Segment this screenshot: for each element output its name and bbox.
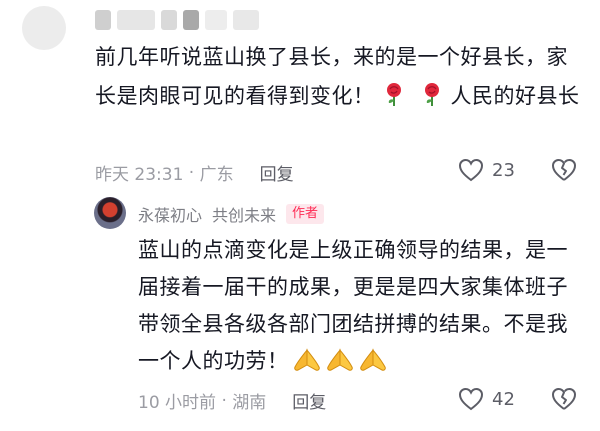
reply-like-button[interactable]: 42	[458, 387, 515, 411]
reply-text: 蓝山的点滴变化是上级正确领导的结果，是一届接着一届干的成果，更是是四大家集体班子…	[138, 232, 583, 380]
comment-time: 昨天 23:31	[95, 165, 184, 185]
meta-separator: ·	[183, 162, 200, 183]
meta-separator: ·	[216, 390, 233, 411]
commenter-name-blurred[interactable]	[95, 9, 259, 31]
comment-meta: 昨天 23:31 · 广东 回复	[95, 160, 294, 186]
reply-dislike-button[interactable]	[551, 387, 577, 415]
comment-location: 广东	[199, 165, 234, 185]
reply-header: 永葆初心 共创未来 作者	[138, 202, 325, 226]
comment-text: 前几年听说蓝山换了县长，来的是一个好县长，家长是肉眼可见的看得到变化！ 人民的好…	[95, 38, 585, 116]
comment-dislike-button[interactable]	[551, 158, 577, 186]
comment-reply-button[interactable]: 回复	[260, 160, 294, 185]
comment-like-count: 23	[492, 159, 515, 181]
comment-like-button[interactable]: 23	[458, 158, 515, 182]
author-tagline: 共创未来	[212, 206, 277, 225]
folded-hands-emoji-icon	[293, 348, 320, 371]
folded-hands-emoji-icon	[359, 348, 386, 371]
reply-time: 10 小时前	[138, 393, 217, 413]
author-username[interactable]: 永葆初心	[138, 202, 202, 226]
commenter-avatar[interactable]	[22, 6, 66, 50]
comment-text-tail: 人民的好县长	[450, 84, 580, 108]
reply-reply-button[interactable]: 回复	[292, 388, 326, 413]
reply-meta: 10 小时前 · 湖南 回复	[138, 388, 326, 414]
broken-heart-icon	[552, 387, 577, 410]
rose-emoji-icon	[424, 83, 439, 106]
author-badge: 作者	[286, 204, 325, 224]
heart-icon	[458, 387, 484, 411]
reply-like-count: 42	[492, 388, 515, 410]
author-avatar[interactable]	[94, 197, 126, 229]
broken-heart-icon	[552, 158, 577, 181]
folded-hands-emoji-icon	[326, 348, 353, 371]
rose-emoji-icon	[386, 83, 401, 106]
heart-icon	[458, 158, 484, 182]
reply-location: 湖南	[232, 393, 267, 413]
